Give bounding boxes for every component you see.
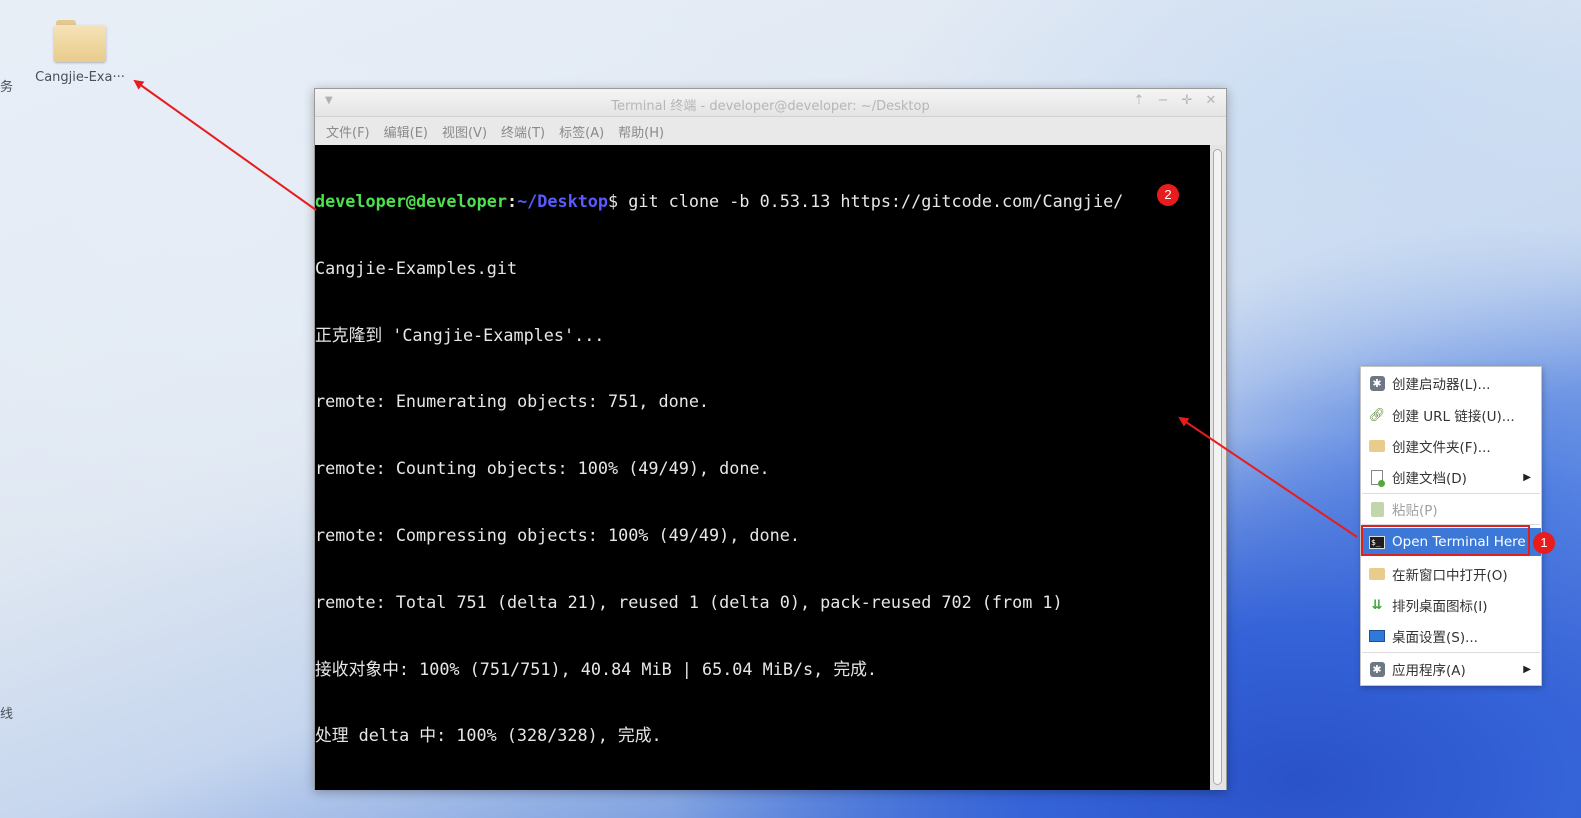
arrow-to-folder: [133, 79, 317, 211]
arrow-to-terminal: [1178, 416, 1358, 538]
annotation-arrows: [133, 79, 1358, 538]
